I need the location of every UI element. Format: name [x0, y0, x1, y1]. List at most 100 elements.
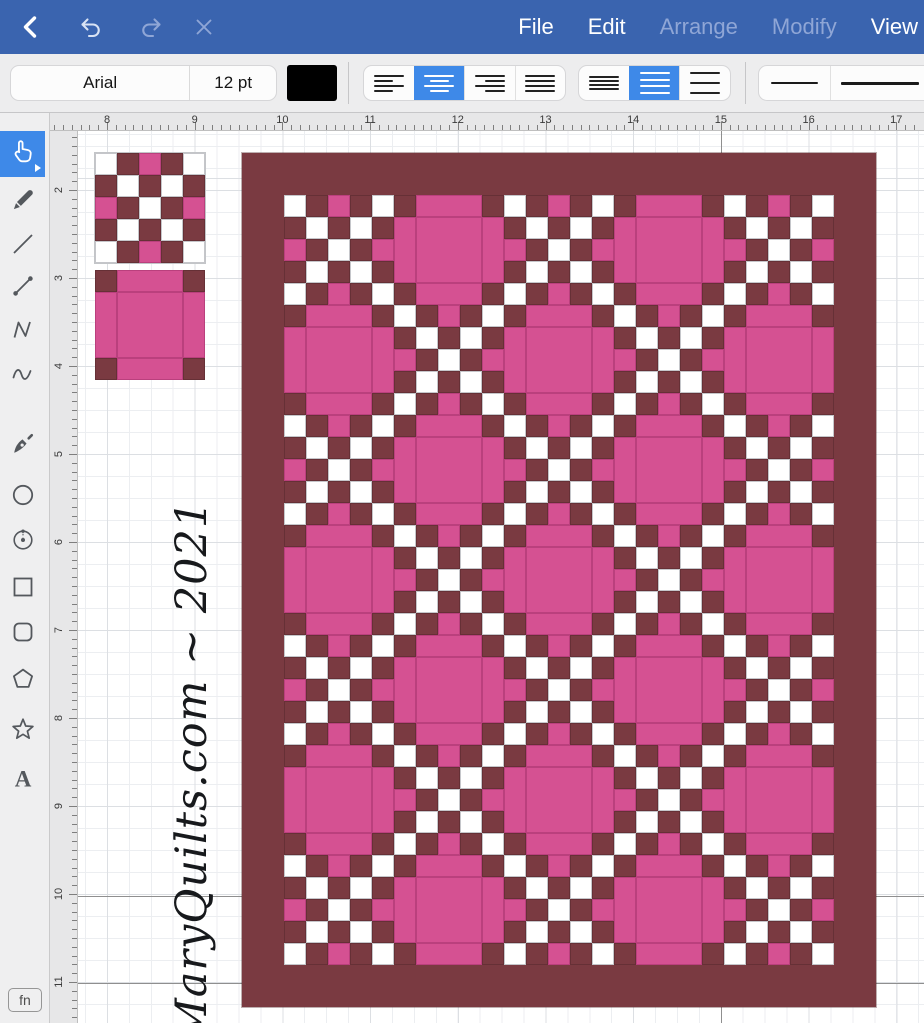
quilt-piece [372, 283, 394, 305]
preview-block-a[interactable] [95, 153, 205, 263]
tool-pen[interactable] [0, 423, 46, 469]
close-icon[interactable] [190, 13, 218, 41]
quilt-piece [504, 679, 526, 701]
tool-rectangle[interactable] [0, 566, 46, 612]
stroke-thin-button[interactable] [759, 66, 830, 100]
app-window: File Edit Arrange Modify View Arial 12 pt fn… [0, 0, 924, 1023]
canvas[interactable]: MaryQuilts.com ~ 2021 [78, 131, 924, 1023]
redo-icon[interactable] [137, 13, 165, 41]
back-icon[interactable] [17, 13, 45, 41]
quilt-piece [394, 943, 416, 965]
tool-curve[interactable] [0, 354, 46, 400]
menu-modify[interactable]: Modify [772, 14, 837, 40]
quilt-piece [526, 217, 548, 239]
tool-ellipse[interactable] [0, 474, 46, 520]
quilt-piece [680, 393, 702, 415]
menu-bar: File Edit Arrange Modify View [518, 0, 918, 54]
font-size-button[interactable]: 12 pt [189, 66, 276, 100]
quilt-piece [328, 855, 350, 877]
quilt-piece [768, 459, 790, 481]
ruler-tick [72, 595, 77, 596]
quilt-piece [394, 723, 416, 745]
quilt-piece [768, 679, 790, 701]
quilt-piece [284, 547, 306, 613]
ruler-tick [133, 125, 134, 130]
ruler-tick [72, 692, 77, 693]
quilt-piece [394, 503, 416, 525]
quilt-piece [416, 657, 482, 723]
quilt[interactable] [242, 153, 876, 1007]
quilt-piece [746, 239, 768, 261]
quilt-piece [504, 239, 526, 261]
quilt-piece [724, 635, 746, 657]
quilt-piece [372, 195, 394, 217]
quilt-piece [526, 613, 592, 635]
ruler-tick [791, 125, 792, 130]
ruler-tick [72, 401, 77, 402]
spacing-wide-button[interactable] [679, 66, 730, 100]
spacing-medium-button[interactable] [629, 66, 680, 100]
tool-hand[interactable] [0, 131, 45, 177]
quilt-piece [548, 855, 570, 877]
quilt-piece [548, 877, 570, 899]
tool-pencil[interactable] [0, 179, 46, 225]
text-color-swatch[interactable] [287, 65, 337, 101]
quilt-piece [306, 877, 328, 899]
quilt-piece [460, 613, 482, 635]
quilt-piece [636, 503, 702, 525]
menu-file[interactable]: File [518, 14, 553, 40]
tool-polyline[interactable] [0, 309, 46, 355]
fn-button[interactable]: fn [8, 988, 42, 1012]
tool-line[interactable] [0, 223, 46, 269]
quilt-piece [592, 899, 614, 921]
quilt-piece [790, 723, 812, 745]
menu-edit[interactable]: Edit [588, 14, 626, 40]
align-left-button[interactable] [364, 66, 414, 100]
quilt-piece [614, 371, 636, 393]
tool-arc[interactable] [0, 519, 46, 565]
menu-arrange[interactable]: Arrange [660, 14, 738, 40]
tool-star[interactable] [0, 708, 46, 754]
spacing-tight-button[interactable] [579, 66, 629, 100]
tool-segment[interactable] [0, 265, 46, 311]
quilt-piece [702, 657, 724, 723]
ruler-label: 2 [52, 182, 66, 198]
quilt-piece [812, 195, 834, 217]
quilt-piece [284, 481, 306, 503]
quilt-piece [812, 481, 834, 503]
font-family-button[interactable]: Arial [11, 66, 189, 100]
stroke-thick-button[interactable] [830, 66, 924, 100]
quilt-piece [504, 459, 526, 481]
quilt-piece [746, 701, 768, 723]
ruler-tick [247, 125, 248, 130]
tool-rounded-rectangle[interactable] [0, 611, 46, 657]
ruler-tick [72, 1008, 77, 1009]
quilt-piece [526, 393, 592, 415]
tool-polygon[interactable] [0, 658, 46, 704]
quilt-piece [328, 261, 350, 283]
ruler-tick [72, 859, 77, 860]
menu-view[interactable]: View [871, 14, 918, 40]
quilt-piece [812, 547, 834, 613]
quilt-piece [658, 305, 680, 327]
quilt-piece [416, 591, 438, 613]
quilt-piece [636, 657, 702, 723]
align-center-button[interactable] [414, 66, 465, 100]
watermark-text[interactable]: MaryQuilts.com ~ 2021 [167, 500, 217, 1023]
quilt-piece [460, 327, 482, 349]
justify-button[interactable] [515, 66, 566, 100]
quilt-piece [680, 767, 702, 789]
align-right-button[interactable] [464, 66, 515, 100]
ruler-tick [72, 516, 77, 517]
quilt-piece [570, 701, 592, 723]
undo-icon[interactable] [77, 13, 105, 41]
preview-block-b[interactable] [95, 270, 205, 380]
quilt-piece [372, 547, 394, 613]
quilt-piece [636, 767, 658, 789]
quilt-piece [724, 393, 746, 415]
quilt-piece [394, 437, 416, 503]
quilt-piece [724, 745, 746, 767]
quilt-piece [350, 943, 372, 965]
quilt-piece [372, 723, 394, 745]
tool-text[interactable]: A [0, 758, 46, 804]
